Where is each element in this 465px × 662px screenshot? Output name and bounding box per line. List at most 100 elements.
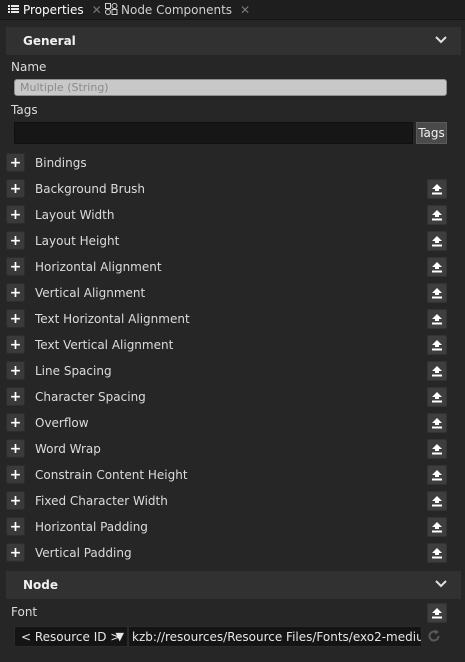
upload-icon	[432, 444, 442, 455]
components-icon	[104, 2, 118, 18]
tab-node-components-label: Node Components	[121, 3, 233, 17]
expand-plus-button[interactable]: +	[6, 517, 25, 536]
expand-plus-button[interactable]: +	[6, 309, 25, 328]
property-label: Bindings	[35, 156, 87, 170]
property-label: Word Wrap	[35, 442, 101, 456]
caret-down-icon: ▼	[115, 630, 124, 643]
reset-property-button[interactable]	[427, 309, 447, 329]
expand-plus-button[interactable]: +	[6, 153, 25, 172]
expand-plus-button[interactable]: +	[6, 179, 25, 198]
upload-icon	[432, 496, 442, 507]
tags-label: Tags	[11, 103, 38, 117]
expand-plus-button[interactable]: +	[6, 361, 25, 380]
reset-property-button[interactable]	[427, 335, 447, 355]
reset-property-button[interactable]	[427, 439, 447, 459]
upload-icon	[432, 366, 442, 377]
upload-icon	[432, 418, 442, 429]
reset-property-button[interactable]	[427, 179, 447, 199]
upload-icon	[432, 314, 442, 325]
name-field[interactable]: Multiple (String)	[14, 79, 447, 96]
property-row: + Character Spacing	[0, 384, 465, 410]
close-icon[interactable]: ✕	[92, 3, 102, 17]
name-label: Name	[11, 60, 47, 74]
upload-icon	[432, 288, 442, 299]
upload-icon	[432, 210, 442, 221]
expand-plus-button[interactable]: +	[6, 257, 25, 276]
expand-plus-button[interactable]: +	[6, 413, 25, 432]
reset-property-button[interactable]	[427, 413, 447, 433]
node-section-header[interactable]: Node	[6, 571, 461, 599]
property-label: Horizontal Padding	[35, 520, 148, 534]
upload-icon	[432, 608, 442, 619]
section-title: General	[23, 34, 76, 48]
property-label: Overflow	[35, 416, 89, 430]
font-reset-button[interactable]	[427, 603, 447, 623]
close-icon[interactable]: ✕	[240, 3, 250, 17]
expand-plus-button[interactable]: +	[6, 543, 25, 562]
property-label: Fixed Character Width	[35, 494, 168, 508]
font-path-field[interactable]: kzb://resources/Resource Files/Fonts/exo…	[128, 626, 422, 647]
tab-bar: Properties ✕ Node Components ✕	[0, 0, 465, 20]
resource-type-dropdown[interactable]: < Resource ID > ▼	[14, 626, 128, 647]
tab-properties[interactable]: Properties ✕	[6, 0, 102, 20]
section-title: Node	[23, 578, 59, 592]
tags-input[interactable]	[14, 122, 413, 144]
property-row: + Line Spacing	[0, 358, 465, 384]
upload-icon	[432, 262, 442, 273]
expand-plus-button[interactable]: +	[6, 231, 25, 250]
expand-plus-button[interactable]: +	[6, 465, 25, 484]
upload-icon	[432, 340, 442, 351]
chevron-down-icon	[435, 580, 447, 588]
property-row: + Layout Width	[0, 202, 465, 228]
reset-property-button[interactable]	[427, 205, 447, 225]
property-label: Constrain Content Height	[35, 468, 188, 482]
expand-plus-button[interactable]: +	[6, 283, 25, 302]
upload-icon	[432, 522, 442, 533]
expand-plus-button[interactable]: +	[6, 439, 25, 458]
property-row: + Layout Height	[0, 228, 465, 254]
reset-property-button[interactable]	[427, 517, 447, 537]
upload-icon	[432, 548, 442, 559]
chevron-down-icon	[435, 36, 447, 44]
reset-property-button[interactable]	[427, 361, 447, 381]
property-label: Vertical Padding	[35, 546, 132, 560]
property-row: + Word Wrap	[0, 436, 465, 462]
property-row: + Text Horizontal Alignment	[0, 306, 465, 332]
property-row: + Constrain Content Height	[0, 462, 465, 488]
upload-icon	[432, 470, 442, 481]
font-label: Font	[11, 605, 38, 619]
reset-property-button[interactable]	[427, 231, 447, 251]
list-icon	[6, 3, 20, 17]
property-label: Background Brush	[35, 182, 146, 196]
expand-plus-button[interactable]: +	[6, 387, 25, 406]
refresh-icon[interactable]	[426, 628, 442, 644]
upload-icon	[432, 392, 442, 403]
property-row: + Horizontal Padding	[0, 514, 465, 540]
tab-node-components[interactable]: Node Components ✕	[104, 0, 250, 20]
reset-property-button[interactable]	[427, 543, 447, 563]
reset-property-button[interactable]	[427, 283, 447, 303]
reset-property-button[interactable]	[427, 491, 447, 511]
property-row: + Overflow	[0, 410, 465, 436]
property-row: + Vertical Alignment	[0, 280, 465, 306]
tags-button[interactable]: Tags	[416, 122, 447, 144]
reset-property-button[interactable]	[427, 465, 447, 485]
property-label: Text Horizontal Alignment	[35, 312, 190, 326]
property-label: Vertical Alignment	[35, 286, 146, 300]
general-section-header[interactable]: General	[6, 27, 461, 55]
property-label: Character Spacing	[35, 390, 146, 404]
reset-property-button[interactable]	[427, 387, 447, 407]
expand-plus-button[interactable]: +	[6, 205, 25, 224]
property-label: Line Spacing	[35, 364, 112, 378]
tab-properties-label: Properties	[23, 3, 84, 17]
expand-plus-button[interactable]: +	[6, 491, 25, 510]
reset-property-button[interactable]	[427, 257, 447, 277]
property-row: + Fixed Character Width	[0, 488, 465, 514]
property-label: Layout Height	[35, 234, 120, 248]
property-row: + Bindings	[0, 150, 465, 176]
upload-icon	[432, 184, 442, 195]
expand-plus-button[interactable]: +	[6, 335, 25, 354]
resource-type-value: < Resource ID >	[21, 629, 121, 644]
property-label: Layout Width	[35, 208, 115, 222]
property-row: + Background Brush	[0, 176, 465, 202]
